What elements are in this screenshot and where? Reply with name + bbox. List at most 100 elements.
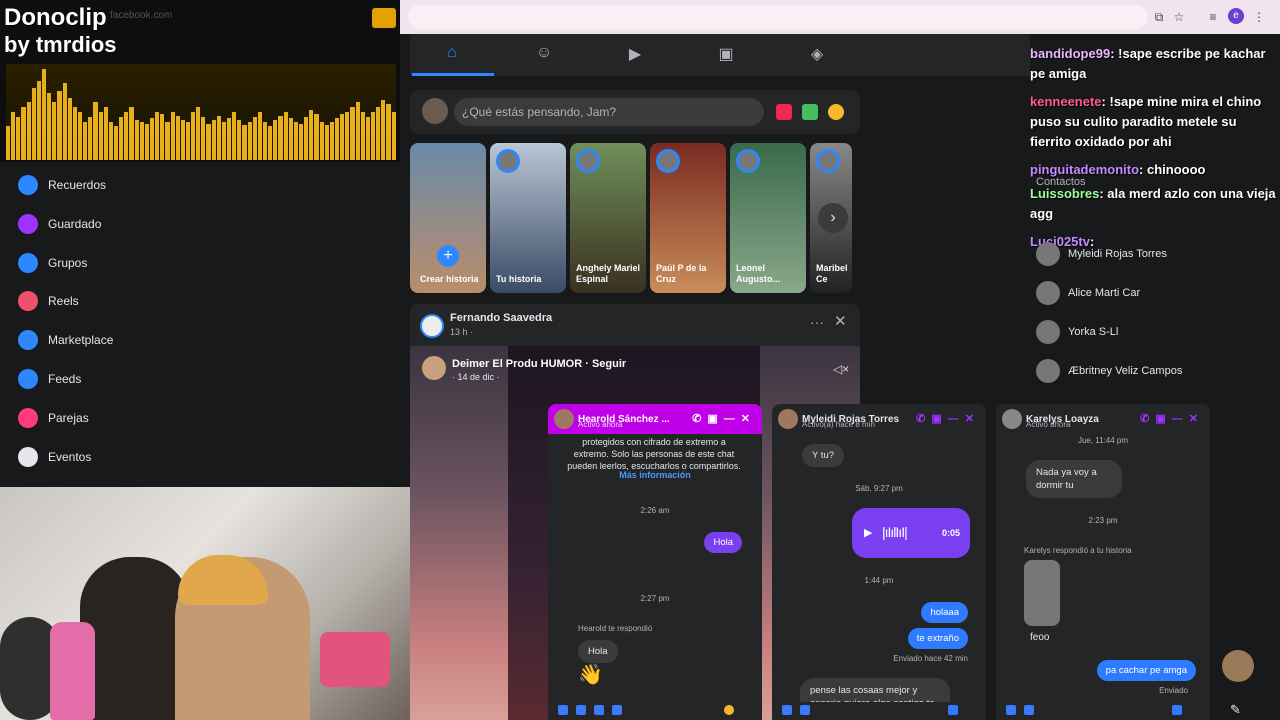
chat-header[interactable]: Karelys Loayza Activo ahora ✆▣—✕ (996, 404, 1210, 434)
chat-window-karelys: Karelys Loayza Activo ahora ✆▣—✕ Jue, 11… (996, 404, 1210, 720)
new-message-icon[interactable]: ✎ (1230, 702, 1246, 718)
address-bar[interactable] (408, 5, 1148, 29)
eq-bar (319, 121, 324, 160)
eq-bar (175, 115, 180, 160)
eq-bar (360, 112, 365, 160)
status-input[interactable]: ¿Qué estás pensando, Jam? (454, 98, 764, 126)
contact-item[interactable]: Æbritney Veliz Campos (1036, 357, 1182, 385)
gaming-icon[interactable]: ◈ (805, 44, 829, 66)
plus-icon[interactable] (782, 705, 792, 715)
feeds-icon (18, 369, 38, 389)
profile-icon[interactable]: e (1228, 8, 1244, 24)
story-card[interactable]: Tu historia (490, 143, 566, 293)
sidebar-item-grupos[interactable]: Grupos (18, 249, 87, 277)
gif-icon[interactable] (612, 705, 622, 715)
eq-bar (273, 119, 278, 160)
eq-bar (242, 125, 247, 160)
sent-note: Enviado (1159, 686, 1188, 695)
avatar[interactable] (422, 356, 446, 380)
marketplace-icon[interactable]: ▣ (714, 44, 738, 66)
post-author[interactable]: Fernando Saavedra (450, 312, 552, 324)
star-icon[interactable]: ☆ (1170, 8, 1188, 26)
eq-bar (201, 116, 206, 160)
timestamp: Sáb, 9:27 pm (855, 484, 903, 493)
message-out: holaaa (921, 602, 968, 623)
chevron-right-icon[interactable]: › (818, 203, 848, 233)
chat-actions[interactable]: ✆▣—✕ (1140, 412, 1204, 425)
avatar[interactable] (422, 98, 448, 124)
more-icon[interactable]: ··· (810, 314, 824, 330)
tab-search-icon[interactable]: ≡ (1204, 8, 1222, 26)
chat-status: Activo ahora (578, 420, 623, 429)
message-in: Hola (578, 640, 618, 663)
photo-icon[interactable] (1024, 705, 1034, 715)
send-icon[interactable] (1172, 705, 1182, 715)
home-icon[interactable]: ⌂ (440, 44, 464, 66)
avatar[interactable] (1222, 650, 1254, 682)
story-card[interactable]: Leonel Augusto... (730, 143, 806, 293)
video-icon[interactable]: ▶ (623, 44, 647, 66)
avatar[interactable] (420, 314, 444, 338)
eq-bar (335, 117, 340, 160)
play-icon[interactable]: ▶ (864, 526, 872, 539)
contact-item[interactable]: Yorka S-Ll (1036, 318, 1118, 346)
mute-icon[interactable]: ◁× (833, 362, 849, 376)
avatar (778, 409, 798, 429)
photo-icon[interactable] (800, 705, 810, 715)
add-story-icon[interactable]: + (437, 245, 459, 267)
eq-bar (355, 102, 360, 160)
more-info-link[interactable]: Más información (548, 470, 762, 480)
sidebar-item-feeds[interactable]: Feeds (18, 365, 81, 393)
send-icon[interactable] (948, 705, 958, 715)
reel-author[interactable]: Deimer El Produ HUMOR · Seguir (452, 358, 626, 370)
photo-icon[interactable] (576, 705, 586, 715)
sidebar-item-parejas[interactable]: Parejas (18, 404, 89, 432)
feeling-icon[interactable] (828, 104, 844, 120)
chat-window-myleidi: Myleidi Rojas Torres Activo(a) hace 8 mi… (772, 404, 986, 720)
chat-footer (772, 702, 986, 720)
live-video-icon[interactable] (776, 104, 792, 120)
chat-actions[interactable]: ✆▣—✕ (692, 412, 756, 425)
chat-actions[interactable]: ✆▣—✕ (916, 412, 980, 425)
chat-header[interactable]: Hearold Sánchez ... Activo ahora ✆▣—✕ (548, 404, 762, 434)
stories-row: + Crear historia Tu historia Anghely Mariel… (410, 143, 860, 293)
story-card[interactable]: Anghely Mariel Espinal (570, 143, 646, 293)
friends-icon[interactable]: ☺ (532, 44, 556, 66)
browser-toolbar: ⧉ ☆ ≡ e ⋮ (400, 0, 1280, 34)
eq-bar (386, 104, 391, 160)
calendar-icon (18, 446, 38, 467)
contact-item[interactable]: Alice Marti Car (1036, 279, 1140, 307)
eq-bar (206, 123, 211, 160)
like-icon[interactable] (724, 705, 734, 715)
audio-visualizer (6, 64, 396, 160)
story-thumbnail[interactable] (1024, 560, 1060, 626)
eq-bar (237, 119, 242, 160)
message-in: feoo (1030, 632, 1050, 643)
sidebar-item-recuerdos[interactable]: Recuerdos (18, 171, 106, 199)
plus-icon[interactable] (558, 705, 568, 715)
story-card[interactable]: + Crear historia (410, 143, 486, 293)
menu-icon[interactable]: ⋮ (1250, 8, 1268, 26)
eq-bar (309, 110, 314, 160)
plus-icon[interactable] (1006, 705, 1016, 715)
story-label: Tu historia (496, 274, 542, 284)
top-nav: ⌂ ☺ ▶ ▣ ◈ (410, 34, 1030, 76)
bookmark-icon (18, 213, 38, 234)
close-icon[interactable]: ✕ (834, 312, 847, 330)
story-label: Maribel Ce (816, 263, 848, 284)
photo-icon[interactable] (802, 104, 818, 120)
install-icon[interactable]: ⧉ (1150, 8, 1168, 26)
post-time: 13 h · (450, 327, 474, 337)
voice-message[interactable]: ▶ |ıIılIıI| 0:05 (852, 508, 970, 558)
sticker-icon[interactable] (594, 705, 604, 715)
story-card[interactable]: Paúl P de la Cruz (650, 143, 726, 293)
sidebar-item-eventos[interactable]: Eventos (18, 443, 91, 471)
timestamp: 1:44 pm (864, 576, 894, 585)
sidebar-item-reels[interactable]: Reels (18, 287, 79, 315)
eq-bar (340, 113, 345, 160)
eq-bar (227, 117, 232, 160)
sidebar-item-guardado[interactable]: Guardado (18, 210, 101, 238)
contact-item[interactable]: Myleidi Rojas Torres (1036, 240, 1167, 268)
chat-header[interactable]: Myleidi Rojas Torres Activo(a) hace 8 mi… (772, 404, 986, 434)
sidebar-item-marketplace[interactable]: Marketplace (18, 326, 113, 354)
